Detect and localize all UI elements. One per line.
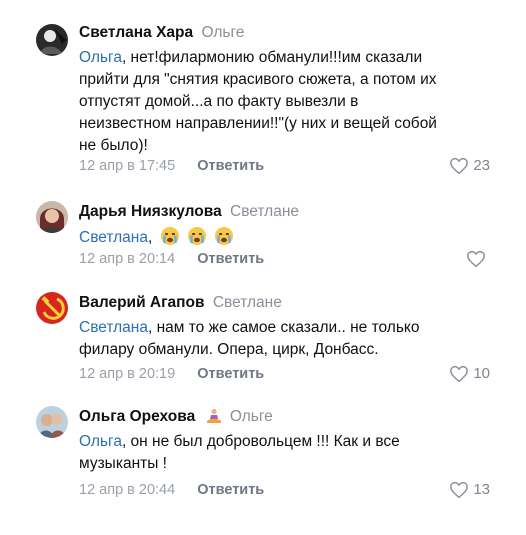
comment-header: Валерий Агапов Светлане	[79, 292, 282, 314]
reply-button[interactable]: Ответить	[197, 482, 264, 498]
like-button[interactable]: 23	[449, 156, 490, 176]
text-line: не было)!	[79, 137, 148, 154]
reply-to[interactable]: Светлане	[230, 203, 299, 220]
avatar[interactable]	[36, 24, 68, 56]
comment-text: Ольга, нет!филармонию обманули!!!им сказ…	[79, 47, 509, 157]
reply-to[interactable]: Ольге	[201, 24, 244, 41]
comment-text: Ольга, он не был добровольцем !!! Как и …	[79, 431, 509, 475]
text-line: филару обманули. Опера, цирк, Донбасс.	[79, 341, 379, 358]
text-line: отпустят домой...а по факту вывезли в	[79, 93, 359, 110]
mention-link[interactable]: Ольга	[79, 433, 122, 450]
reply-button[interactable]: Ответить	[197, 366, 264, 382]
crying-face-emoji	[160, 227, 179, 245]
meditation-emoji-icon	[206, 409, 221, 423]
like-button[interactable]: 10	[449, 364, 490, 384]
avatar-profile-photo-icon	[36, 406, 68, 438]
avatar[interactable]	[36, 201, 68, 233]
comment-header: Дарья Ниязкулова Светлане	[79, 201, 299, 223]
text-line: , нет!филармонию обманули!!!им сказали	[121, 49, 423, 66]
reply-to[interactable]: Ольге	[230, 408, 273, 425]
hammer-sickle-avatar-icon	[36, 292, 68, 324]
crying-face-emoji	[215, 227, 234, 245]
author-name[interactable]: Валерий Агапов	[79, 294, 205, 311]
heart-icon	[450, 481, 469, 499]
author-name[interactable]: Ольга Орехова	[79, 408, 195, 425]
comment-header: Светлана Хара Ольге	[79, 22, 244, 44]
comment-meta: 12 апр в 20:44 Ответить	[79, 480, 264, 500]
like-button[interactable]: 13	[449, 480, 490, 500]
text-line: , нам то же самое сказали.. не только	[147, 319, 420, 336]
crying-face-emoji	[187, 227, 206, 245]
heart-icon	[450, 157, 469, 175]
mention-link[interactable]: Светлана	[79, 319, 148, 336]
reply-to[interactable]: Светлане	[213, 294, 282, 311]
like-count: 23	[473, 157, 490, 174]
text-line: музыканты !	[79, 455, 167, 472]
comment-date[interactable]: 12 апр в 20:14	[79, 251, 175, 267]
author-name[interactable]: Светлана Хара	[79, 24, 193, 41]
heart-icon	[467, 250, 485, 268]
heart-icon	[450, 365, 469, 383]
avatar-dark-profile-icon	[36, 24, 68, 56]
comment-text: Светлана, нам то же самое сказали.. не т…	[79, 317, 509, 361]
comment-text: Светлана,	[79, 226, 509, 249]
comment-meta: 12 апр в 17:45 Ответить	[79, 156, 264, 176]
comment-meta: 12 апр в 20:19 Ответить	[79, 364, 264, 384]
avatar[interactable]	[36, 292, 68, 324]
comment-meta: 12 апр в 20:14 Ответить	[79, 249, 264, 269]
avatar[interactable]	[36, 406, 68, 438]
comment-header: Ольга Орехова Ольге	[79, 406, 273, 428]
like-button[interactable]	[466, 249, 490, 269]
author-name[interactable]: Дарья Ниязкулова	[79, 203, 222, 220]
comment-date[interactable]: 12 апр в 20:19	[79, 366, 175, 382]
comment-date[interactable]: 12 апр в 17:45	[79, 158, 175, 174]
text-line: , он не был добровольцем !!! Как и все	[121, 433, 400, 450]
comment-date[interactable]: 12 апр в 20:44	[79, 482, 175, 498]
text-line: ,	[147, 229, 153, 246]
mention-link[interactable]: Ольга	[79, 49, 122, 66]
avatar-profile-photo-icon	[36, 201, 68, 233]
reply-button[interactable]: Ответить	[197, 251, 264, 267]
text-line: прийти для "снятия красивого сюжета, а п…	[79, 71, 437, 88]
like-count: 10	[473, 365, 490, 382]
reply-button[interactable]: Ответить	[197, 158, 264, 174]
like-count: 13	[473, 481, 490, 498]
mention-link[interactable]: Светлана	[79, 229, 148, 246]
text-line: неизвестном направлении!!"(у них и вещей…	[79, 115, 437, 132]
